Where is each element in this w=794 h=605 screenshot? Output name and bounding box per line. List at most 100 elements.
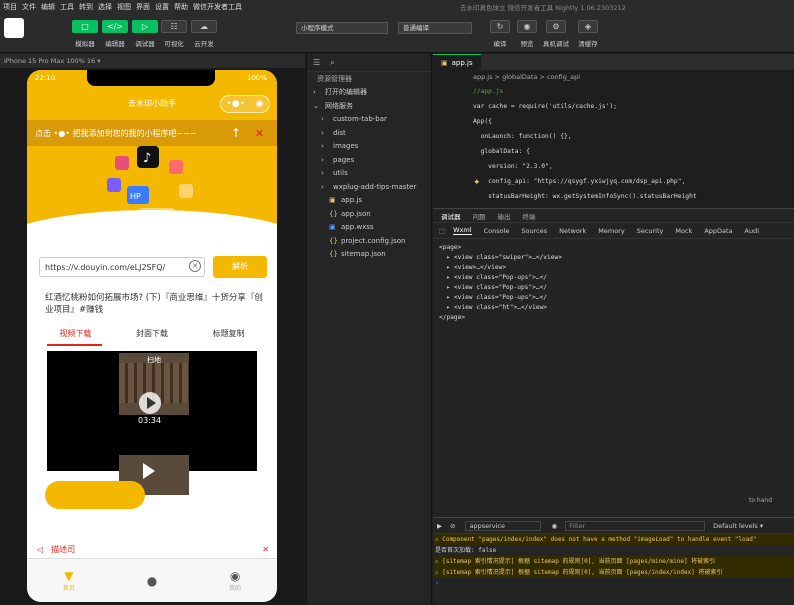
open-editors-section[interactable]: › 打开的编辑器	[307, 86, 431, 100]
wxml-node[interactable]: ▸ <view class="Pop-ups">…</	[439, 273, 788, 283]
download-button[interactable]	[45, 481, 145, 509]
code-lines[interactable]: //app.js var cache = require('utils/cach…	[433, 84, 794, 219]
avatar[interactable]	[4, 18, 24, 38]
close-capsule-icon[interactable]: ◉	[256, 99, 264, 109]
tab-appdata[interactable]: AppData	[704, 227, 732, 235]
simulator-toggle-button[interactable]: □	[72, 20, 98, 33]
tree-item-custom-tab-bar[interactable]: › custom-tab-bar	[307, 113, 431, 127]
cloud-dev-button[interactable]: ☁	[191, 20, 217, 33]
parse-button[interactable]: 解析	[213, 256, 267, 278]
close-tip-icon[interactable]: ✕	[255, 127, 264, 140]
tree-item-utils[interactable]: › utils	[307, 167, 431, 181]
tree-item-app-js[interactable]: ▣ app.js	[307, 194, 431, 208]
phone-tab-bar: ▼ 首页 ● ◉ 我的	[27, 558, 277, 602]
preview-button[interactable]: ◉	[517, 20, 537, 33]
explorer-list-icon[interactable]: ☰	[313, 58, 320, 67]
tabbar-mine[interactable]: ◉ 我的	[229, 569, 241, 592]
compile-select[interactable]: 普通编译	[398, 22, 472, 34]
tabbar-middle[interactable]: ●	[147, 574, 157, 588]
tree-item-app-wxss[interactable]: ▣ app.wxss	[307, 221, 431, 235]
tree-item-label: sitemap.json	[341, 250, 386, 259]
menu-item-project[interactable]: 项目	[3, 2, 17, 12]
tab-wxml[interactable]: Wxml	[453, 226, 472, 235]
tree-item-app-json[interactable]: {} app.json	[307, 207, 431, 221]
menu-item-view[interactable]: 视图	[117, 2, 131, 12]
eye-icon[interactable]: ◉	[551, 522, 557, 530]
context-select[interactable]: appservice	[465, 520, 542, 531]
wxml-node[interactable]: ▸ <view class="Pop-ups">…</	[439, 283, 788, 293]
wxml-node[interactable]: </page>	[439, 313, 788, 323]
folder-icon: ›	[321, 182, 324, 191]
tabbar-home[interactable]: ▼ 首页	[63, 569, 75, 592]
inspect-icon[interactable]: ⬚	[439, 227, 445, 235]
wxml-tree[interactable]: <page> ▸ <view class="swiper">…</view> ▸…	[433, 239, 794, 327]
search-icon[interactable]: ⌕	[330, 58, 334, 68]
url-input[interactable]: https://v.douyin.com/eLJ2SFQ/	[39, 257, 205, 277]
wxss-file-icon: ▣	[329, 223, 336, 232]
tree-item-label: project.config.json	[341, 236, 406, 245]
log-levels-select[interactable]: Default levels ▾	[713, 522, 763, 530]
real-device-debug-button[interactable]: ⚙	[546, 20, 566, 33]
console-drawer: ▶ ⊘ appservice ◉ Filter Default levels ▾…	[433, 517, 794, 605]
lightbulb-icon[interactable]: ✦	[473, 178, 481, 188]
close-bottom-tip-icon[interactable]: ✕	[262, 545, 269, 554]
wxml-node[interactable]: <page>	[439, 243, 788, 253]
wxml-node[interactable]: ▸ <view class="swiper">…</view>	[439, 253, 788, 263]
tab-problems[interactable]: 问题	[473, 211, 486, 221]
play-icon-secondary[interactable]	[143, 463, 155, 479]
tab-console[interactable]: Console	[484, 227, 510, 235]
console-sidebar-icon[interactable]: ▶	[437, 522, 442, 530]
tree-item-images[interactable]: › images	[307, 140, 431, 154]
tree-item-wxplug[interactable]: › wxplug-add-tips-master	[307, 180, 431, 194]
menu-item-file[interactable]: 文件	[22, 2, 36, 12]
tab-output[interactable]: 输出	[498, 211, 511, 221]
console-prompt[interactable]: ›	[433, 578, 794, 589]
mode-select[interactable]: 小程序模式	[296, 22, 388, 34]
tab-audits[interactable]: Audi	[745, 227, 760, 235]
tab-terminal[interactable]: 终端	[523, 211, 536, 221]
tree-item-sitemap[interactable]: {} sitemap.json	[307, 248, 431, 262]
clear-cache-label: 清缓存	[578, 40, 598, 48]
visual-button[interactable]: ☷	[161, 20, 187, 33]
chevron-down-icon: ⌄	[313, 101, 319, 110]
tab-debugger[interactable]: 调试器	[441, 211, 461, 221]
device-select[interactable]: iPhone 15 Pro Max 100% 16 ▾	[4, 57, 100, 65]
menu-item-goto[interactable]: 转到	[79, 2, 93, 12]
debugger-toggle-button[interactable]: ▷	[132, 20, 158, 33]
wxml-node[interactable]: ▸ <view class="Pop-ups">…</	[439, 293, 788, 303]
hero-curve	[27, 210, 277, 290]
wxml-node[interactable]: ▸ <view class="ht">…</view>	[439, 303, 788, 313]
play-icon[interactable]	[139, 392, 161, 414]
menu-item-settings[interactable]: 设置	[155, 2, 169, 12]
tab-title-copy[interactable]: 标题复制	[190, 328, 267, 339]
menu-item-help[interactable]: 帮助	[174, 2, 188, 12]
clear-input-icon[interactable]: ✕	[189, 260, 201, 272]
menu-item-interface[interactable]: 界面	[136, 2, 150, 12]
menu-item-select[interactable]: 选择	[98, 2, 112, 12]
capsule-menu[interactable]: •●• ◉	[220, 95, 270, 113]
folder-icon: ›	[321, 142, 324, 151]
tab-sources[interactable]: Sources	[521, 227, 547, 235]
folder-icon: ›	[321, 128, 324, 137]
tree-item-dist[interactable]: › dist	[307, 126, 431, 140]
tab-mock[interactable]: Mock	[675, 227, 692, 235]
filter-input[interactable]: Filter	[565, 520, 706, 531]
menu-item-edit[interactable]: 编辑	[41, 2, 55, 12]
tab-cover-download[interactable]: 封面下载	[114, 328, 191, 339]
clear-console-icon[interactable]: ⊘	[450, 522, 455, 530]
project-section[interactable]: ⌄ 网络服务	[307, 99, 431, 113]
tab-network[interactable]: Network	[559, 227, 586, 235]
menu-item-devtools[interactable]: 微信开发者工具	[193, 2, 242, 12]
editor-tab-app-js[interactable]: ▣ app.js	[433, 54, 481, 70]
wxml-node[interactable]: ▸ <view>…</view>	[439, 263, 788, 273]
menu-item-tools[interactable]: 工具	[60, 2, 74, 12]
tab-security[interactable]: Security	[637, 227, 664, 235]
more-icon[interactable]: •●•	[226, 99, 244, 109]
tree-item-pages[interactable]: › pages	[307, 153, 431, 167]
clear-cache-button[interactable]: ◈	[578, 20, 598, 33]
editor-toggle-button[interactable]: </>	[102, 20, 128, 33]
tree-item-project-config[interactable]: {} project.config.json	[307, 234, 431, 248]
tab-memory[interactable]: Memory	[598, 227, 624, 235]
tab-video-download[interactable]: 视频下载	[37, 328, 114, 339]
compile-button[interactable]: ↻	[490, 20, 510, 33]
